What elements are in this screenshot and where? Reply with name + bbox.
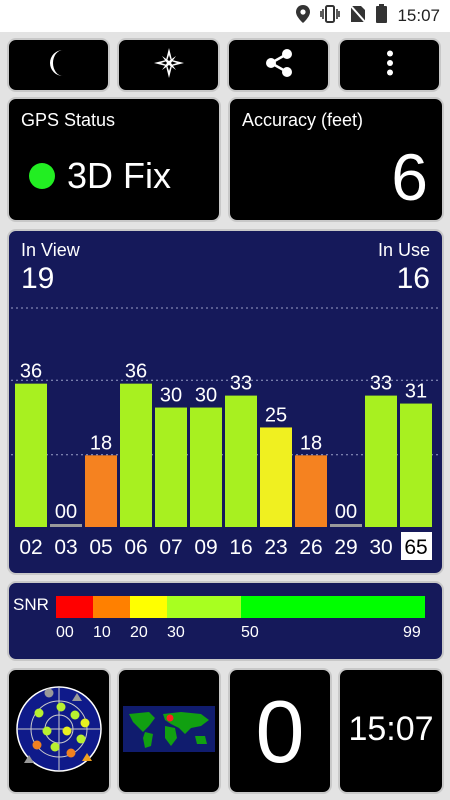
snr-band-red xyxy=(56,596,93,618)
snr-tick: 99 xyxy=(403,624,421,641)
signal-bar xyxy=(260,427,292,527)
signal-bar-chart: 36 02 00 03 18 05 36 06 30 07 30 09 33 16 25 23 18 26 00 29… xyxy=(11,307,440,560)
snr-color-scale xyxy=(56,596,425,618)
bar-value-label: 36 xyxy=(20,361,42,383)
signal-bar xyxy=(400,403,432,527)
prn-label: 06 xyxy=(124,536,147,559)
prn-label: 07 xyxy=(159,536,182,559)
bar-value-label: 30 xyxy=(195,385,217,407)
overflow-menu-icon xyxy=(386,50,394,81)
world-map-button[interactable] xyxy=(117,668,221,794)
bar-value-label: 00 xyxy=(335,501,357,523)
signal-bar xyxy=(295,455,327,527)
prn-label: 16 xyxy=(229,536,252,559)
accuracy-panel: Accuracy (feet) 6 xyxy=(228,97,444,222)
overflow-menu-button[interactable] xyxy=(338,38,441,92)
no-sim-icon xyxy=(349,3,368,28)
prn-label: 65 xyxy=(404,536,427,559)
signal-bar xyxy=(330,524,362,527)
bar-value-label: 30 xyxy=(160,385,182,407)
clock-panel: 15:07 xyxy=(338,668,444,794)
bar-value-label: 18 xyxy=(300,432,322,454)
snr-tick: 10 xyxy=(93,624,111,641)
accuracy-title: Accuracy (feet) xyxy=(242,110,364,130)
bar-value-label: 18 xyxy=(90,432,112,454)
gps-status-panel: GPS Status 3D Fix xyxy=(7,97,221,222)
gps-status-title: GPS Status xyxy=(21,110,116,130)
satellites-panel: In View 19 In Use 16 36 02 00 03 18 05 36 06 30 0… xyxy=(7,229,444,575)
prn-label: 05 xyxy=(89,536,112,559)
prn-label: 30 xyxy=(369,536,392,559)
bar-value-label: 33 xyxy=(370,373,392,395)
signal-bar xyxy=(225,395,257,527)
share-button[interactable] xyxy=(227,38,330,92)
signal-bar xyxy=(365,395,397,527)
signal-bar xyxy=(15,383,47,527)
location-pin-icon xyxy=(296,4,311,28)
signal-bar xyxy=(50,524,82,527)
snr-label: SNR xyxy=(13,595,49,614)
prn-label: 23 xyxy=(264,536,287,559)
snr-band-yellowgreen xyxy=(167,596,241,618)
counter-value: 0 xyxy=(255,682,305,781)
counter-panel: 0 xyxy=(228,668,332,794)
battery-icon xyxy=(376,4,388,28)
snr-tick: 50 xyxy=(241,624,259,641)
bar-value-label: 33 xyxy=(230,373,252,395)
status-time: 15:07 xyxy=(397,6,440,25)
snr-band-green xyxy=(241,596,425,618)
prn-label: 02 xyxy=(19,536,42,559)
signal-bar xyxy=(190,407,222,527)
snr-band-yellow xyxy=(130,596,167,618)
prn-label: 26 xyxy=(299,536,322,559)
snr-tick: 30 xyxy=(167,624,185,641)
bar-value-label: 25 xyxy=(265,404,287,426)
moon-icon xyxy=(46,48,72,83)
prn-label: 09 xyxy=(194,536,217,559)
signal-bar xyxy=(85,455,117,527)
night-mode-button[interactable] xyxy=(7,38,110,92)
status-bar: 15:07 xyxy=(0,0,450,32)
world-map-icon xyxy=(123,705,215,757)
snr-band-orange xyxy=(93,596,130,618)
prn-label: 03 xyxy=(54,536,77,559)
snr-tick: 00 xyxy=(56,624,74,641)
share-icon xyxy=(264,48,294,83)
bar-value-label: 00 xyxy=(55,501,77,523)
signal-bar xyxy=(120,383,152,527)
snr-legend-panel: SNR 00 10 20 30 50 99 xyxy=(7,581,444,661)
signal-bar xyxy=(155,407,187,527)
snr-tick: 20 xyxy=(130,624,148,641)
prn-label: 29 xyxy=(334,536,357,559)
compass-button[interactable] xyxy=(117,38,220,92)
clock-value: 15:07 xyxy=(348,710,434,748)
accuracy-value: 6 xyxy=(391,140,428,214)
sky-radar-button[interactable] xyxy=(7,668,111,794)
compass-rose-icon xyxy=(153,47,185,84)
bar-value-label: 36 xyxy=(125,361,147,383)
bar-value-label: 31 xyxy=(405,381,427,403)
fix-indicator xyxy=(29,163,55,189)
sky-radar-icon xyxy=(15,685,103,778)
fix-status-value: 3D Fix xyxy=(67,155,172,196)
vibrate-icon xyxy=(320,4,341,28)
